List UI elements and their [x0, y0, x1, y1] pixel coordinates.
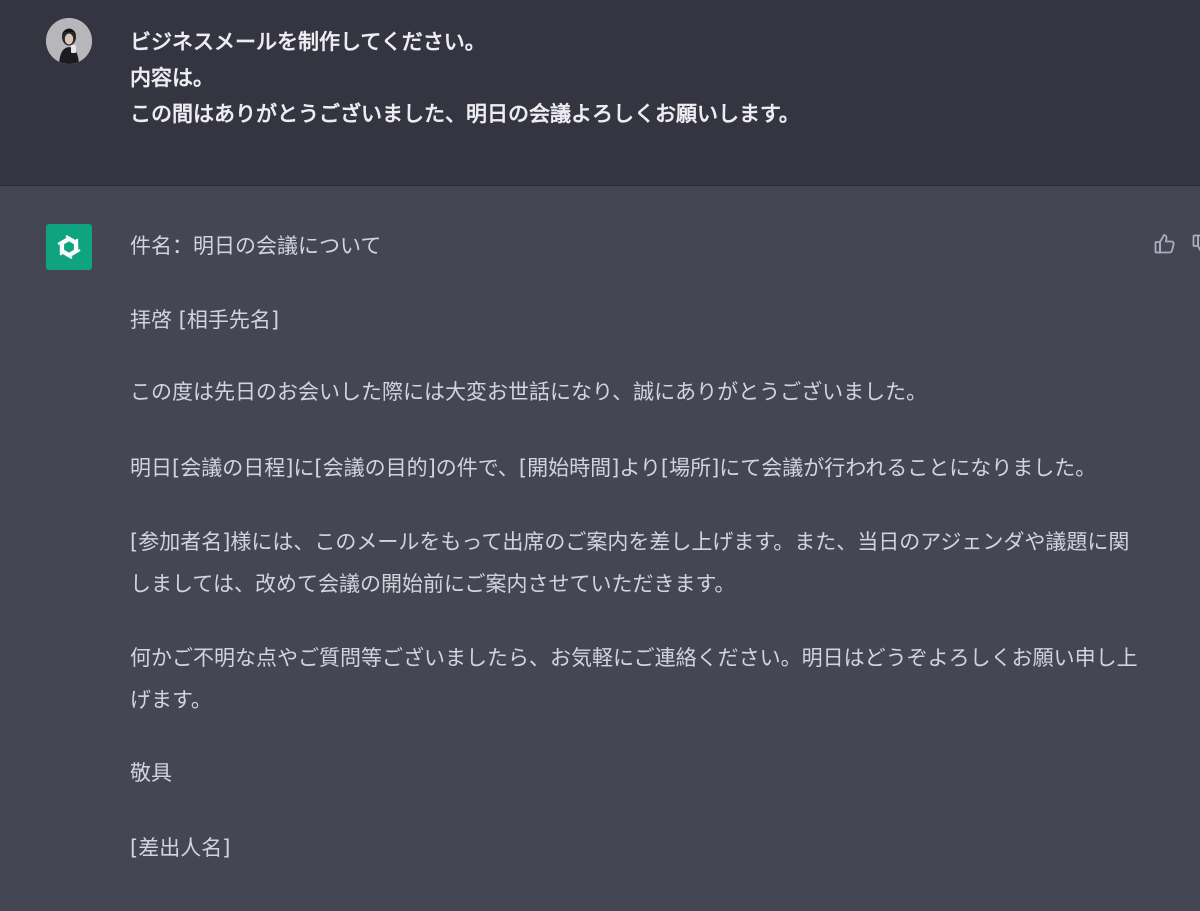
openai-logo-icon — [46, 224, 92, 270]
email-paragraph: [参加者名]様には、このメールをもって出席のご案内を差し上げます。また、当日のア… — [130, 530, 1130, 596]
user-message-text: ビジネスメールを制作してください。 内容は。 この間はありがとうございました、明… — [130, 24, 800, 132]
email-paragraph: 明日[会議の日程]に[会議の目的]の件で、[開始時間]より[場所]にて会議が行わ… — [130, 456, 1097, 480]
email-closing: 敬具 — [130, 761, 172, 785]
email-salutation: 拝啓 [相手先名] — [130, 308, 280, 332]
assistant-message: 件名：明日の会議について 拝啓 [相手先名] この度は先日のお会いした際には大変… — [0, 186, 1200, 911]
user-avatar — [46, 18, 92, 64]
email-paragraph: 何かご不明な点やご質問等ございましたら、お気軽にご連絡ください。明日はどうぞよろ… — [130, 646, 1138, 712]
email-subject: 件名：明日の会議について — [130, 234, 382, 258]
user-message: ビジネスメールを制作してください。 内容は。 この間はありがとうございました、明… — [0, 0, 1200, 185]
thumbs-down-icon[interactable] — [1190, 231, 1200, 257]
chat-thread: ビジネスメールを制作してください。 内容は。 この間はありがとうございました、明… — [0, 0, 1200, 911]
thumbs-up-icon[interactable] — [1152, 231, 1178, 257]
email-paragraph: この度は先日のお会いした際には大変お世話になり、誠にありがとうございました。 — [130, 380, 928, 404]
user-message-line: 内容は。 — [130, 66, 214, 90]
email-sender: [差出人名] — [130, 836, 231, 860]
user-message-line: ビジネスメールを制作してください。 — [130, 30, 486, 54]
user-message-line: この間はありがとうございました、明日の会議よろしくお願いします。 — [130, 102, 800, 126]
